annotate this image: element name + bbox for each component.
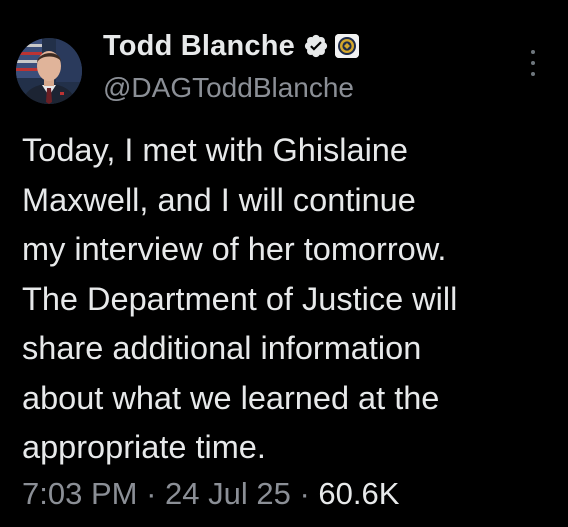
meta-separator: · — [137, 476, 166, 511]
tweet-meta: 7:03 PM · 24 Jul 25 · 60.6K — [22, 476, 399, 512]
more-dot — [531, 72, 535, 76]
tweet-text-line: The Department of Justice will — [22, 280, 458, 317]
verified-badge-icon[interactable] — [303, 33, 329, 59]
tweet-text-line: my interview of her tomorrow. — [22, 231, 447, 267]
tweet-time[interactable]: 7:03 PM — [22, 476, 137, 511]
more-dot — [531, 50, 535, 54]
more-dot — [531, 61, 535, 65]
author-display-name[interactable]: Todd Blanche — [103, 30, 295, 63]
tweet-text-line: Today, I met with Ghislaine — [22, 132, 408, 168]
tweet-text-line: about what we learned at the — [22, 379, 440, 416]
author-name-row: Todd Blanche — [103, 26, 359, 66]
more-options-icon[interactable] — [524, 48, 542, 78]
tweet-text-line: share additional information — [22, 330, 422, 366]
tweet-text: Today, I met with Ghislaine Maxwell, and… — [22, 126, 562, 473]
meta-separator: · — [290, 476, 319, 511]
avatar[interactable] — [16, 38, 82, 104]
view-count[interactable]: 60.6K — [318, 476, 399, 511]
author-handle[interactable]: @DAGToddBlanche — [103, 72, 354, 104]
profile-photo — [16, 38, 82, 104]
doj-seal-icon[interactable] — [334, 34, 359, 58]
tweet-card: Todd Blanche @DAGToddBlanche Today, I me… — [0, 0, 568, 527]
tweet-text-line: appropriate time. — [22, 429, 266, 465]
tweet-text-line: Maxwell, and I will continue — [22, 181, 416, 218]
tweet-date[interactable]: 24 Jul 25 — [165, 476, 291, 511]
